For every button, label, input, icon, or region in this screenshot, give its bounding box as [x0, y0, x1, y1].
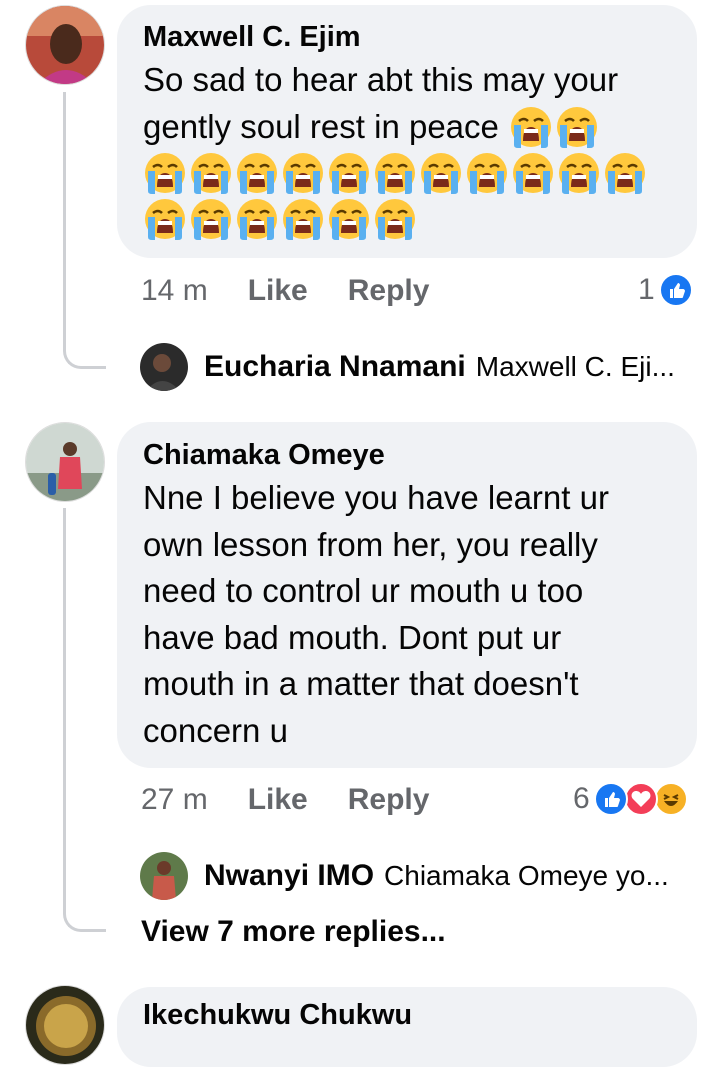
thread-connector	[63, 893, 106, 932]
loudly-crying-face-icon	[327, 197, 371, 241]
reply-snippet: Maxwell C. Eji...	[475, 351, 675, 382]
loudly-crying-face-icon	[511, 151, 555, 195]
comment-author[interactable]: Chiamaka Omeye	[143, 437, 671, 473]
comment-text-line: So sad to hear abt this may your	[143, 61, 619, 98]
reply-button[interactable]: Reply	[348, 274, 430, 308]
profile-photo	[26, 6, 104, 84]
loudly-crying-face-icon	[235, 151, 279, 195]
comment-text-line: need to control ur mouth u too	[143, 572, 584, 609]
emoji-group	[509, 105, 601, 149]
reply-snippet: Chiamaka Omeye yo...	[384, 860, 669, 891]
loudly-crying-face-icon	[281, 151, 325, 195]
loudly-crying-face-icon	[555, 105, 599, 149]
loudly-crying-face-icon	[373, 197, 417, 241]
comment-meta: 14 m Like Reply	[141, 271, 429, 311]
loudly-crying-face-icon	[419, 151, 463, 195]
thread-line	[63, 508, 66, 913]
avatar-chiamaka[interactable]	[25, 422, 105, 502]
profile-photo	[26, 986, 104, 1064]
avatar-next-commenter[interactable]	[25, 985, 105, 1065]
comment-bubble: Ikechukwu Chukwu	[117, 987, 697, 1067]
avatar-nwanyi[interactable]	[140, 852, 188, 900]
reaction-summary[interactable]: 1	[638, 270, 693, 310]
thread-connector	[63, 330, 106, 369]
comment-text-line: gently soul rest in peace	[143, 107, 499, 145]
comment-text-line: own lesson from her, you really	[143, 525, 598, 563]
profile-photo	[26, 423, 104, 501]
thread-line	[63, 92, 66, 340]
comment-text-line: have bad mouth. Dont put ur	[143, 618, 562, 656]
avatar-maxwell[interactable]	[25, 5, 105, 85]
like-reaction-icon	[658, 273, 693, 307]
reaction-summary[interactable]: 6	[573, 779, 688, 819]
loudly-crying-face-icon	[509, 105, 553, 149]
like-reaction-icon	[593, 782, 628, 816]
comment-text-line: mouth in a matter that doesn't	[143, 665, 579, 702]
comment-text: So sad to hear abt this may your gently …	[143, 57, 671, 242]
avatar-eucharia[interactable]	[140, 343, 188, 391]
comment-author[interactable]: Ikechukwu Chukwu	[143, 997, 671, 1033]
comment-meta: 27 m Like Reply	[141, 780, 429, 820]
comment-text-line: Nne I believe you have learnt ur	[143, 479, 609, 516]
loudly-crying-face-icon	[235, 197, 279, 241]
reply-preview[interactable]: Nwanyi IMO Chiamaka Omeye yo...	[204, 852, 694, 900]
loudly-crying-face-icon	[281, 197, 325, 241]
loudly-crying-face-icon	[327, 151, 371, 195]
reply-button[interactable]: Reply	[348, 783, 430, 817]
profile-photo	[140, 852, 188, 900]
comment-text: Nne I believe you have learnt ur own les…	[143, 475, 671, 754]
loudly-crying-face-icon	[557, 151, 601, 195]
comment-author[interactable]: Maxwell C. Ejim	[143, 19, 671, 55]
loudly-crying-face-icon	[465, 151, 509, 195]
comment-bubble: Chiamaka Omeye Nne I believe you have le…	[117, 422, 697, 768]
loudly-crying-face-icon	[143, 151, 187, 195]
haha-reaction-icon	[653, 782, 688, 816]
like-button[interactable]: Like	[248, 274, 308, 308]
profile-photo	[140, 343, 188, 391]
loudly-crying-face-icon	[373, 151, 417, 195]
loudly-crying-face-icon	[603, 151, 647, 195]
comment-time[interactable]: 14 m	[141, 274, 208, 308]
reply-preview[interactable]: Eucharia Nnamani Maxwell C. Eji...	[204, 343, 694, 391]
comment-bubble: Maxwell C. Ejim So sad to hear abt this …	[117, 5, 697, 258]
reply-author[interactable]: Nwanyi IMO	[204, 859, 374, 893]
view-more-replies-link[interactable]: View 7 more replies...	[141, 915, 446, 949]
loudly-crying-face-icon	[143, 197, 187, 241]
love-reaction-icon	[623, 782, 658, 816]
emoji-row	[143, 150, 671, 196]
like-button[interactable]: Like	[248, 783, 308, 817]
loudly-crying-face-icon	[189, 197, 233, 241]
reaction-count: 1	[638, 273, 655, 306]
reaction-count: 6	[573, 782, 590, 815]
reply-author[interactable]: Eucharia Nnamani	[204, 350, 466, 384]
loudly-crying-face-icon	[189, 151, 233, 195]
comment-time[interactable]: 27 m	[141, 783, 208, 817]
comment-text-line: concern u	[143, 711, 288, 749]
emoji-row	[143, 196, 671, 242]
